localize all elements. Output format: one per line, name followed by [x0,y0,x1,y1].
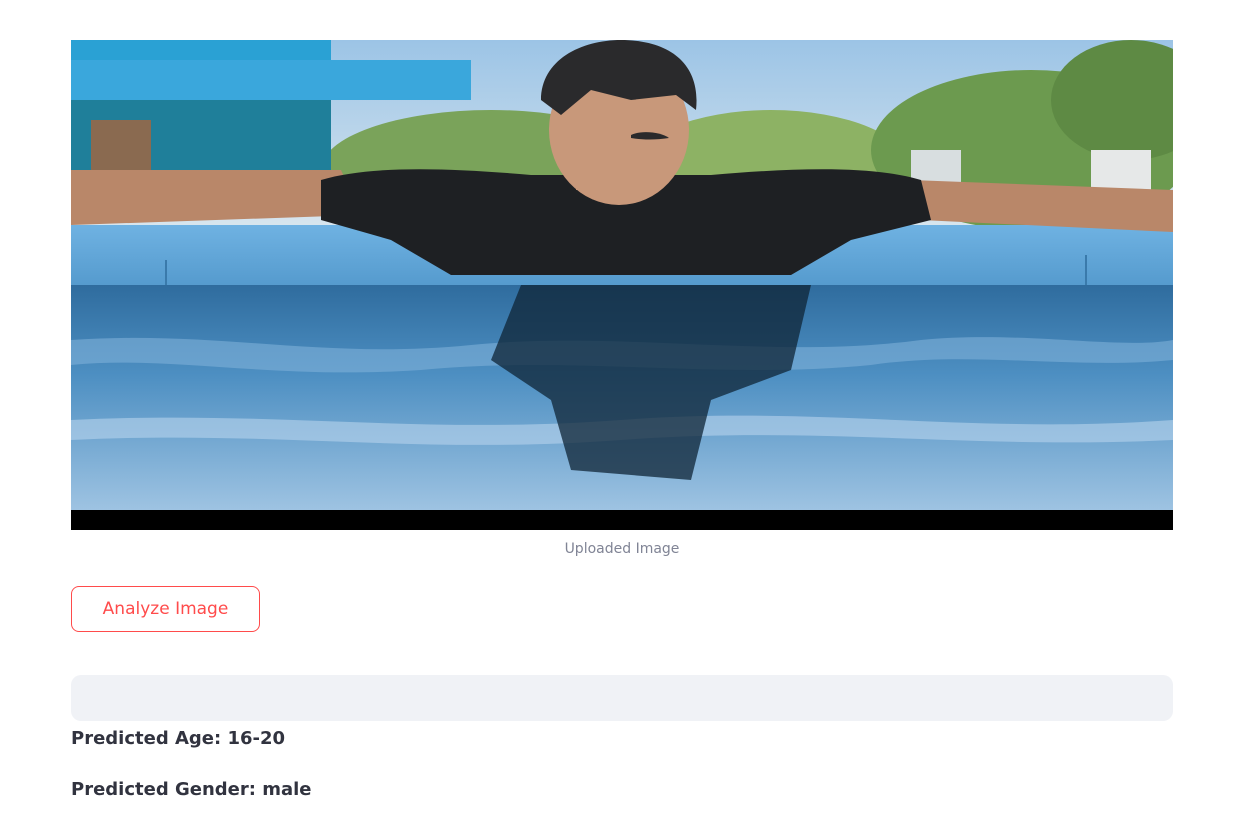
predicted-age-text: Predicted Age: 16-20 [71,728,286,749]
predicted-gender-text: Predicted Gender: male [71,779,312,800]
uploaded-image [71,40,1173,530]
app-main: Uploaded Image Analyze Image Predicted A… [0,0,1249,821]
progress-bar [71,675,1173,721]
image-caption: Uploaded Image [564,541,680,557]
analyze-image-button[interactable]: Analyze Image [71,586,260,632]
uploaded-image-photo [71,40,1173,530]
